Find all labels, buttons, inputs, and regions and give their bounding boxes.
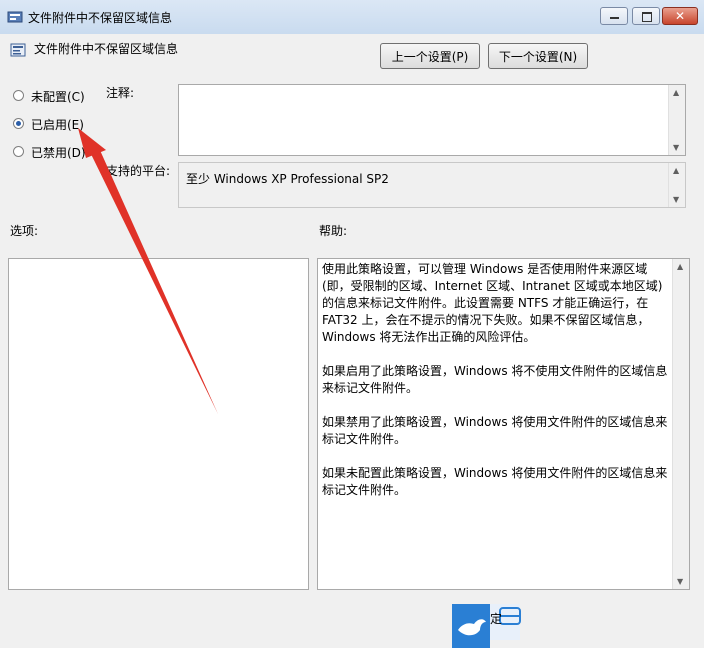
maximize-button[interactable] (632, 7, 660, 25)
supported-platform-value: 至少 Windows XP Professional SP2 (186, 172, 389, 186)
scroll-up-icon[interactable]: ▲ (677, 262, 683, 271)
help-label: 帮助: (319, 224, 348, 238)
scroll-up-icon[interactable]: ▲ (673, 166, 679, 175)
maximize-icon (642, 12, 652, 22)
previous-setting-button[interactable]: 上一个设置(P) (380, 43, 480, 69)
policy-dialog-window: 文件附件中不保留区域信息 ✕ 文件附件中不保留区域信息 上一个设置(P) 下一个… (0, 0, 704, 648)
window-title: 文件附件中不保留区域信息 (28, 11, 173, 25)
scroll-down-icon[interactable]: ▼ (673, 195, 679, 204)
comment-textarea[interactable]: ▲ ▼ (178, 84, 686, 156)
help-scrollbar[interactable]: ▲ ▼ (672, 259, 689, 589)
scroll-down-icon[interactable]: ▼ (677, 577, 683, 586)
ok-button-partial[interactable]: 定 (452, 604, 532, 648)
help-paragraph: 如果未配置此策略设置，Windows 将使用文件附件的区域信息来标记文件附件。 (322, 466, 668, 497)
close-icon: ✕ (674, 9, 686, 23)
options-pane (8, 258, 309, 590)
scroll-up-icon[interactable]: ▲ (673, 88, 679, 97)
radio-enabled-circle[interactable] (13, 118, 24, 129)
radio-not-configured-label: 未配置(C) (31, 90, 85, 104)
comment-scrollbar[interactable]: ▲ ▼ (668, 85, 685, 155)
scroll-down-icon[interactable]: ▼ (673, 143, 679, 152)
comment-label: 注释: (106, 86, 135, 100)
help-text: 使用此策略设置，可以管理 Windows 是否使用附件来源区域(即，受限制的区域… (322, 261, 669, 516)
close-button[interactable]: ✕ (662, 7, 698, 25)
policy-setting-icon (10, 43, 26, 57)
ok-button-label: 定 (490, 612, 503, 626)
minimize-button[interactable] (600, 7, 628, 25)
next-setting-button[interactable]: 下一个设置(N) (488, 43, 588, 69)
title-bar[interactable]: 文件附件中不保留区域信息 ✕ (0, 0, 704, 34)
radio-disabled-circle[interactable] (13, 146, 24, 157)
help-paragraph: 如果启用了此策略设置，Windows 将不使用文件附件的区域信息来标记文件附件。 (322, 364, 668, 395)
help-paragraph: 如果禁用了此策略设置，Windows 将使用文件附件的区域信息来标记文件附件。 (322, 415, 668, 446)
help-paragraph: 使用此策略设置，可以管理 Windows 是否使用附件来源区域(即，受限制的区域… (322, 262, 663, 344)
policy-app-icon (7, 11, 23, 23)
minimize-icon (610, 17, 619, 19)
options-label: 选项: (10, 224, 39, 238)
radio-disabled-label: 已禁用(D) (31, 146, 86, 160)
supported-platform-label: 支持的平台: (106, 164, 171, 178)
help-pane: 使用此策略设置，可以管理 Windows 是否使用附件来源区域(即，受限制的区域… (317, 258, 690, 590)
radio-not-configured-circle[interactable] (13, 90, 24, 101)
radio-enabled-label: 已启用(E) (31, 118, 84, 132)
policy-name-heading: 文件附件中不保留区域信息 (34, 42, 179, 56)
platform-scrollbar[interactable]: ▲ ▼ (668, 163, 685, 207)
supported-platform-field: 至少 Windows XP Professional SP2 ▲ ▼ (178, 162, 686, 208)
